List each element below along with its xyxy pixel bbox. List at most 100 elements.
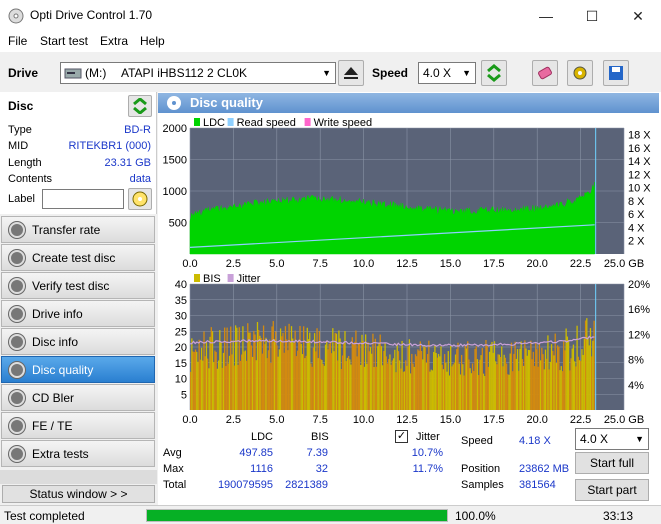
- bis-bar: [425, 362, 428, 410]
- disc-icon: [9, 334, 25, 350]
- toolbar: Drive (M:) ATAPI iHBS112 2 CL0K ▼ Speed …: [0, 54, 661, 92]
- bis-bar: [454, 354, 457, 410]
- x-tick-label: 25.0 GB: [604, 414, 644, 426]
- charts-svg: 2000 1500 1000 500 18 X16 X14 X12 X 10 X8 X6 …: [163, 117, 652, 426]
- start-full-button[interactable]: Start full: [575, 452, 649, 474]
- bis-bar: [217, 360, 220, 410]
- nav-extra-tests[interactable]: Extra tests: [1, 440, 155, 467]
- bis-bar: [512, 371, 514, 410]
- bis-bar: [281, 336, 283, 410]
- y2-tick-label: 16 X: [628, 143, 651, 155]
- bis-bar: [322, 363, 324, 410]
- y2-tick-label: 8%: [628, 355, 644, 367]
- speed-select[interactable]: 4.0 X ▼: [418, 62, 476, 84]
- x-tick-label: 12.5: [396, 414, 417, 426]
- disc-icon: [9, 390, 25, 406]
- bis-bar: [541, 347, 543, 410]
- bis-bar: [501, 346, 503, 410]
- settings-button[interactable]: [567, 60, 593, 86]
- drive-select[interactable]: (M:) ATAPI iHBS112 2 CL0K ▼: [60, 62, 336, 84]
- menu-extra[interactable]: Extra: [100, 34, 128, 48]
- bis-bar: [250, 345, 253, 410]
- disc-edit-icon: [132, 191, 148, 207]
- x-tick-label: 2.5: [226, 258, 241, 270]
- bis-bar: [244, 350, 246, 410]
- bis-bar: [395, 372, 397, 410]
- nav-create-test-disc[interactable]: Create test disc: [1, 244, 155, 271]
- bis-bar: [478, 375, 480, 410]
- nav-disc-quality[interactable]: Disc quality: [1, 356, 155, 383]
- bis-bar: [445, 362, 447, 410]
- save-button[interactable]: [603, 60, 629, 86]
- bis-bar: [337, 360, 339, 410]
- x-tick-label: 5.0: [269, 258, 284, 270]
- nav-verify-test-disc[interactable]: Verify test disc: [1, 272, 155, 299]
- nav-drive-info[interactable]: Drive info: [1, 300, 155, 327]
- bis-bar: [507, 374, 509, 410]
- bis-bar: [470, 373, 473, 410]
- jitter-checkbox[interactable]: ✓: [395, 430, 408, 443]
- nav-transfer-rate[interactable]: Transfer rate: [1, 216, 155, 243]
- bis-bar: [589, 328, 592, 410]
- bis-bar: [258, 329, 260, 410]
- bis-bar: [423, 346, 425, 410]
- erase-button[interactable]: [532, 60, 558, 86]
- disc-type-key: Type: [8, 124, 32, 136]
- bis-bar: [448, 375, 451, 410]
- bis-bar: [321, 359, 323, 410]
- bis-bar: [451, 366, 453, 410]
- bis-bar: [259, 335, 261, 410]
- bis-bar: [276, 345, 278, 410]
- disc-refresh-button[interactable]: [128, 95, 152, 117]
- menu-start-test[interactable]: Start test: [40, 34, 88, 48]
- start-part-button[interactable]: Start part: [575, 479, 649, 501]
- bis-bar: [406, 365, 408, 410]
- bis-bar: [355, 330, 357, 410]
- y-tick-label: 2000: [163, 123, 187, 135]
- bis-bar: [521, 359, 524, 410]
- menu-file[interactable]: File: [8, 34, 27, 48]
- x-tick-label: 17.5: [483, 258, 504, 270]
- status-window-button[interactable]: Status window > >: [2, 485, 155, 503]
- disc-label-input[interactable]: [42, 189, 124, 209]
- stat-max-label: Max: [163, 463, 184, 475]
- bis-bar: [383, 350, 385, 410]
- refresh-icon: [487, 64, 501, 82]
- bis-bar: [230, 326, 232, 410]
- bis-bar: [504, 357, 507, 410]
- nav-disc-info[interactable]: Disc info: [1, 328, 155, 355]
- ldc-chart: 2000 1500 1000 500 18 X16 X14 X12 X 10 X8 X6 …: [163, 117, 652, 270]
- stat-col-ldc: LDC: [251, 431, 274, 443]
- bis-bar: [224, 327, 226, 410]
- bis-bar: [503, 354, 505, 410]
- x-tick-label: 17.5: [483, 414, 504, 426]
- bis-bar: [245, 360, 248, 410]
- bis-bar: [462, 364, 464, 410]
- y2-tick-label: 4 X: [628, 222, 645, 234]
- bis-bar: [369, 347, 372, 410]
- menu-help[interactable]: Help: [140, 34, 165, 48]
- bis-bar: [287, 350, 289, 410]
- bis-bar: [363, 366, 366, 410]
- label-edit-button[interactable]: [128, 188, 152, 210]
- nav-fe-te[interactable]: FE / TE: [1, 412, 155, 439]
- maximize-button[interactable]: ☐: [569, 0, 615, 32]
- refresh-speed-button[interactable]: [481, 60, 507, 86]
- bis-bar: [576, 325, 578, 410]
- eject-button[interactable]: [338, 60, 364, 86]
- bis-bar: [301, 354, 304, 410]
- bis-bar: [516, 349, 519, 410]
- minimize-button[interactable]: —: [523, 0, 569, 32]
- bis-bar: [418, 350, 420, 410]
- y-tick-label: 5: [181, 389, 187, 401]
- test-speed-select[interactable]: 4.0 X ▼: [575, 428, 649, 450]
- y2-tick-label: 12 X: [628, 169, 651, 181]
- disc-mid-value: RITEKBR1 (000): [68, 140, 151, 152]
- x-tick-label: 22.5: [570, 258, 591, 270]
- bis-bar: [586, 318, 588, 410]
- close-button[interactable]: ✕: [615, 0, 661, 32]
- nav-label: Drive info: [32, 307, 83, 321]
- bis-bar: [578, 360, 581, 410]
- nav-cd-bler[interactable]: CD Bler: [1, 384, 155, 411]
- bis-bar: [332, 328, 334, 410]
